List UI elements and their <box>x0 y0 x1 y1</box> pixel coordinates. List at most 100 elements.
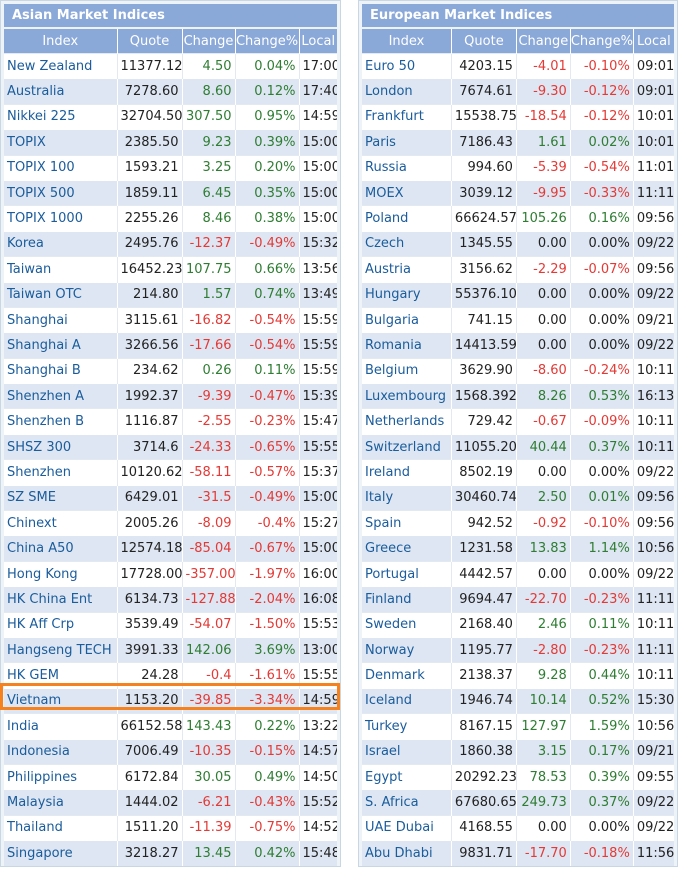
index-name[interactable]: Hangseng TECH <box>4 636 117 663</box>
index-name[interactable]: Indonesia <box>4 738 117 765</box>
table-row[interactable]: Indonesia 7006.49 -10.35 -0.15% 14:57 <box>4 738 337 765</box>
index-name[interactable]: TOPIX <box>4 129 117 156</box>
index-name[interactable]: HK GEM <box>4 662 117 689</box>
index-name[interactable]: Hungary <box>362 281 452 308</box>
index-name[interactable]: Finland <box>362 586 452 613</box>
index-name[interactable]: S. Africa <box>362 789 452 816</box>
table-row[interactable]: SZ SME 6429.01 -31.5 -0.49% 15:00 <box>4 484 337 511</box>
asian-col-change-pct[interactable]: Change% <box>234 29 299 54</box>
table-row[interactable]: Taiwan 16452.23 107.75 0.66% 13:56 <box>4 256 337 283</box>
index-name[interactable]: Russia <box>362 154 452 181</box>
index-name[interactable]: New Zealand <box>4 52 117 79</box>
index-name[interactable]: Switzerland <box>362 433 452 460</box>
table-row[interactable]: India 66152.58 143.43 0.22% 13:22 <box>4 713 337 740</box>
table-row[interactable]: Frankfurt 15538.75 -18.54 -0.12% 10:01 <box>362 103 674 130</box>
table-row[interactable]: HK Aff Crp 3539.49 -54.07 -1.50% 15:53 <box>4 611 337 638</box>
index-name[interactable]: Israel <box>362 738 452 765</box>
table-row[interactable]: Egypt 20292.23 78.53 0.39% 09:55 <box>362 763 674 790</box>
table-row[interactable]: Austria 3156.62 -2.29 -0.07% 09:56 <box>362 256 674 283</box>
index-name[interactable]: Chinext <box>4 510 117 536</box>
table-row[interactable]: Czech 1345.55 0.00 0.00% 09/22 <box>362 230 674 257</box>
table-row[interactable]: Philippines 6172.84 30.05 0.49% 14:50 <box>4 763 337 790</box>
index-name[interactable]: TOPIX 500 <box>4 179 117 206</box>
table-row[interactable]: SHSZ 300 3714.6 -24.33 -0.65% 15:55 <box>4 433 337 460</box>
table-row[interactable]: Euro 50 4203.15 -4.01 -0.10% 09:01 <box>362 52 674 79</box>
table-row[interactable]: HK GEM 24.28 -0.4 -1.61% 15:55 <box>4 662 337 689</box>
index-name[interactable]: SZ SME <box>4 484 117 511</box>
index-name[interactable]: Romania <box>362 332 452 359</box>
table-row[interactable]: Spain 942.52 -0.92 -0.10% 09:56 <box>362 510 674 536</box>
index-name[interactable]: HK Aff Crp <box>4 611 117 638</box>
table-row[interactable]: S. Africa 67680.65 249.73 0.37% 09/22 <box>362 789 674 816</box>
index-name[interactable]: Iceland <box>362 687 452 714</box>
index-name[interactable]: Shenzhen A <box>4 383 117 409</box>
index-name[interactable]: Nikkei 225 <box>4 103 117 130</box>
index-name[interactable]: HK China Ent <box>4 586 117 613</box>
table-row[interactable]: Malaysia 1444.02 -6.21 -0.43% 15:52 <box>4 789 337 816</box>
index-name[interactable]: Bulgaria <box>362 306 452 333</box>
table-row[interactable]: Australia 7278.60 8.60 0.12% 17:40 <box>4 78 337 105</box>
table-row[interactable]: Shanghai A 3266.56 -17.66 -0.54% 15:59 <box>4 332 337 359</box>
table-row[interactable]: TOPIX 1000 2255.26 8.46 0.38% 15:00 <box>4 205 337 232</box>
table-row[interactable]: Shenzhen B 1116.87 -2.55 -0.23% 15:47 <box>4 408 337 435</box>
index-name[interactable]: Korea <box>4 230 117 257</box>
table-row[interactable]: Luxembourg 1568.392 8.26 0.53% 16:13 <box>362 383 674 409</box>
table-row[interactable]: Shanghai 3115.61 -16.82 -0.54% 15:59 <box>4 306 337 333</box>
table-row[interactable]: Norway 1195.77 -2.80 -0.23% 11:11 <box>362 636 674 663</box>
index-name[interactable]: Czech <box>362 230 452 257</box>
table-row[interactable]: Paris 7186.43 1.61 0.02% 10:01 <box>362 129 674 156</box>
index-name[interactable]: Netherlands <box>362 408 452 435</box>
table-row[interactable]: Hungary 55376.10 0.00 0.00% 09/22 <box>362 281 674 308</box>
index-name[interactable]: Euro 50 <box>362 52 452 79</box>
table-row[interactable]: Finland 9694.47 -22.70 -0.23% 11:11 <box>362 586 674 613</box>
table-row[interactable]: Switzerland 11055.20 40.44 0.37% 10:11 <box>362 433 674 460</box>
table-row[interactable]: Greece 1231.58 13.83 1.14% 10:56 <box>362 535 674 562</box>
index-name[interactable]: Ireland <box>362 459 452 486</box>
index-name[interactable]: Hong Kong <box>4 560 117 587</box>
table-row[interactable]: Sweden 2168.40 2.46 0.11% 10:11 <box>362 611 674 638</box>
table-row[interactable]: China A50 12574.18 -85.04 -0.67% 15:00 <box>4 535 337 562</box>
table-row[interactable]: Taiwan OTC 214.80 1.57 0.74% 13:49 <box>4 281 337 308</box>
table-row[interactable]: Bulgaria 741.15 0.00 0.00% 09/21 <box>362 306 674 333</box>
index-name[interactable]: Singapore <box>4 840 117 866</box>
table-row[interactable]: TOPIX 500 1859.11 6.45 0.35% 15:00 <box>4 179 337 206</box>
index-name[interactable]: TOPIX 1000 <box>4 205 117 232</box>
table-row[interactable]: Ireland 8502.19 0.00 0.00% 09/22 <box>362 459 674 486</box>
table-row[interactable]: Netherlands 729.42 -0.67 -0.09% 10:11 <box>362 408 674 435</box>
table-row[interactable]: Portugal 4442.57 0.00 0.00% 09/22 <box>362 560 674 587</box>
table-row[interactable]: TOPIX 2385.50 9.23 0.39% 15:00 <box>4 129 337 156</box>
index-name[interactable]: Shanghai B <box>4 357 117 384</box>
table-row[interactable]: Hangseng TECH 3991.33 142.06 3.69% 13:00 <box>4 636 337 663</box>
index-name[interactable]: Denmark <box>362 662 452 689</box>
index-name[interactable]: Philippines <box>4 763 117 790</box>
asian-col-index[interactable]: Index <box>4 29 117 54</box>
table-row[interactable]: Poland 66624.57 105.26 0.16% 09:56 <box>362 205 674 232</box>
asian-col-local[interactable]: Local <box>298 29 337 54</box>
table-row[interactable]: Vietnam 1153.20 -39.85 -3.34% 14:59 <box>4 687 337 714</box>
index-name[interactable]: Thailand <box>4 814 117 841</box>
index-name[interactable]: Norway <box>362 636 452 663</box>
table-row[interactable]: Belgium 3629.90 -8.60 -0.24% 10:11 <box>362 357 674 384</box>
index-name[interactable]: Shanghai A <box>4 332 117 359</box>
table-row[interactable]: London 7674.61 -9.30 -0.12% 09:01 <box>362 78 674 105</box>
table-row[interactable]: Hong Kong 17728.00 -357.00 -1.97% 16:00 <box>4 560 337 587</box>
european-col-index[interactable]: Index <box>362 29 452 54</box>
index-name[interactable]: China A50 <box>4 535 117 562</box>
european-col-local[interactable]: Local <box>632 29 674 54</box>
table-row[interactable]: Abu Dhabi 9831.71 -17.70 -0.18% 11:56 <box>362 840 674 866</box>
table-row[interactable]: Denmark 2138.37 9.28 0.44% 10:11 <box>362 662 674 689</box>
table-row[interactable]: UAE Dubai 4168.55 0.00 0.00% 09/22 <box>362 814 674 841</box>
european-col-quote[interactable]: Quote <box>450 29 517 54</box>
table-row[interactable]: Nikkei 225 32704.50 307.50 0.95% 14:59 <box>4 103 337 130</box>
index-name[interactable]: Frankfurt <box>362 103 452 130</box>
european-col-change-pct[interactable]: Change% <box>569 29 634 54</box>
index-name[interactable]: Taiwan OTC <box>4 281 117 308</box>
index-name[interactable]: London <box>362 78 452 105</box>
table-row[interactable]: Thailand 1511.20 -11.39 -0.75% 14:52 <box>4 814 337 841</box>
index-name[interactable]: Australia <box>4 78 117 105</box>
table-row[interactable]: New Zealand 11377.12 4.50 0.04% 17:00 <box>4 52 337 79</box>
index-name[interactable]: Paris <box>362 129 452 156</box>
table-row[interactable]: Shanghai B 234.62 0.26 0.11% 15:59 <box>4 357 337 384</box>
table-row[interactable]: TOPIX 100 1593.21 3.25 0.20% 15:00 <box>4 154 337 181</box>
table-row[interactable]: Shenzhen A 1992.37 -9.39 -0.47% 15:39 <box>4 383 337 409</box>
